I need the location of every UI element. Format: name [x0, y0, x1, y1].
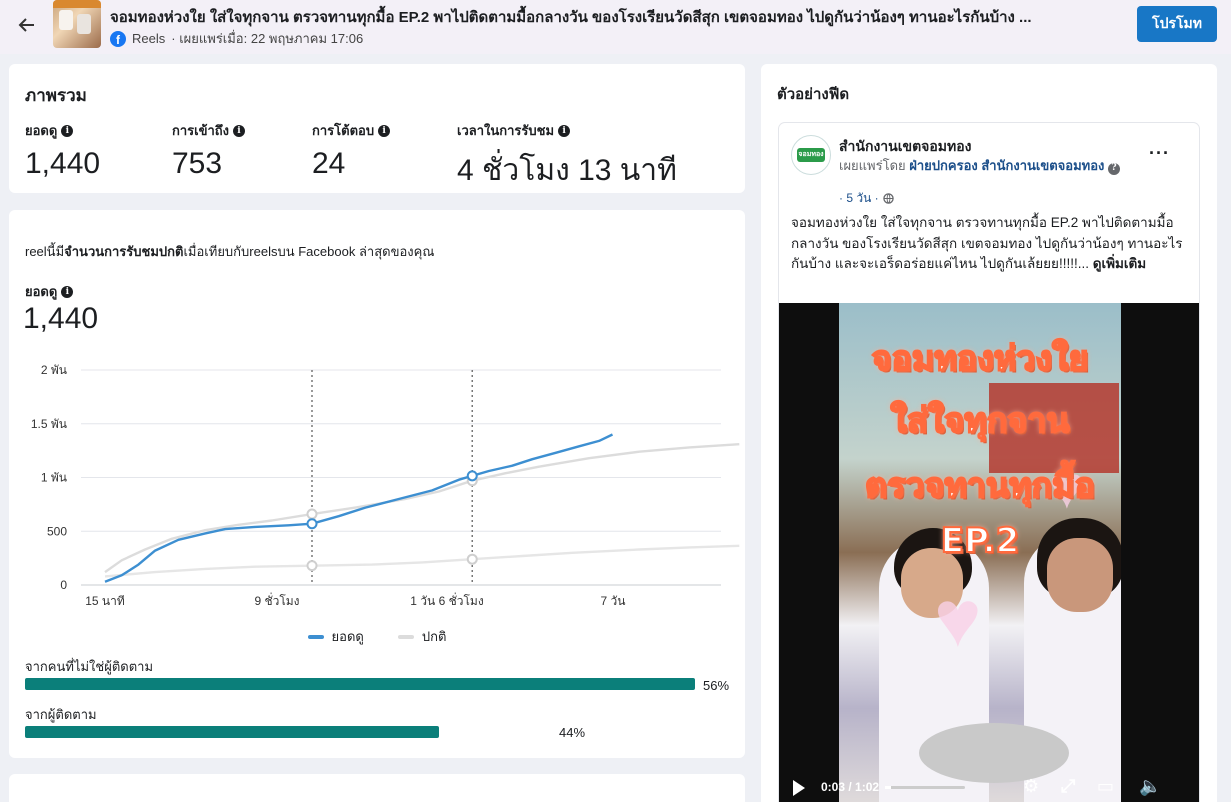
- data-point: [466, 553, 478, 565]
- follower-label: จากผู้ติดตาม: [25, 707, 97, 722]
- metric-label: การเข้าถึง: [172, 123, 230, 138]
- feed-post: จอมทอง สำนักงานเขตจอมทอง เผยแพร่โดย ฝ่าย…: [779, 123, 1199, 802]
- publisher-link[interactable]: ฝ่ายปกครอง สำนักงานเขตจอมทอง: [909, 158, 1104, 173]
- video-controls: 0:03 / 1:02 ⚙ ⤢ ▭ 🔈: [779, 768, 1199, 802]
- views-label: ยอดดู i: [25, 281, 74, 302]
- overview-heading: ภาพรวม: [25, 86, 87, 105]
- chart-legend: ยอดดู ปกติ: [9, 626, 745, 647]
- follower-percent: 44%: [559, 725, 586, 740]
- video-progress[interactable]: [885, 786, 965, 789]
- legend-item-typical[interactable]: ปกติ: [397, 626, 446, 647]
- post-text: จอมทองห่วงใย ใส่ใจทุกจาน ตรวจทานทุกมื้อ …: [791, 215, 1183, 271]
- data-point: [306, 518, 318, 530]
- reel-type: Reels: [132, 31, 166, 46]
- y-tick-label: 2 พัน: [41, 363, 67, 377]
- x-tick-label: 15 นาที: [85, 594, 125, 608]
- non-follower-bar: [25, 678, 695, 690]
- metric-value: 753: [172, 147, 223, 180]
- feed-preview-heading: ตัวอย่างฟีด: [777, 86, 850, 103]
- post-date[interactable]: · 5 วัน ·: [839, 189, 894, 208]
- info-icon[interactable]: i: [61, 285, 74, 298]
- overview-card: ภาพรวม ยอดดู i 1,440 การเข้าถึง i 753 การโ…: [9, 64, 745, 193]
- metric-watch-time: เวลาในการรับชม i 4 ชั่วโมง 13 นาที: [457, 120, 677, 194]
- metric-value: 24: [312, 147, 346, 180]
- reel-subtitle: f Reels · เผยแพร่เมื่อ: 22 พฤษภาคม 17:06: [110, 28, 363, 49]
- performance-card: reelนี้มีจำนวนการรับชมปกติเมื่อเทียบกับr…: [9, 210, 745, 758]
- back-button[interactable]: [12, 10, 42, 40]
- metric-value: 1,440: [25, 147, 101, 180]
- help-icon[interactable]: ?: [1108, 162, 1121, 175]
- metric-value: 4 ชั่วโมง 13 นาที: [457, 154, 677, 187]
- page-name[interactable]: สำนักงานเขตจอมทอง: [839, 136, 971, 158]
- feed-preview-card: ตัวอย่างฟีด จอมทอง สำนักงานเขตจอมทอง เผย…: [761, 64, 1217, 802]
- video-caption-1: จอมทองห่วงใย: [871, 338, 1090, 380]
- globe-icon: [882, 193, 894, 204]
- metric-reach: การเข้าถึง i 753: [172, 120, 246, 181]
- x-tick-label: 1 วัน 6 ชั่วโมง: [410, 592, 483, 608]
- page-logo: จอมทอง: [797, 148, 825, 162]
- settings-icon[interactable]: ⚙: [1023, 776, 1039, 797]
- x-tick-label: 7 วัน: [601, 594, 626, 608]
- x-tick-label: 9 ชั่วโมง: [254, 592, 299, 608]
- see-more-link[interactable]: ดูเพิ่มเติม: [1093, 256, 1146, 271]
- video-player[interactable]: ♥ ♥ จอมทองห่วงใย ใส่ใจทุกจาน ตรวจทานทุกม…: [779, 303, 1199, 802]
- metric-label: ยอดดู: [25, 123, 58, 138]
- y-tick-label: 0: [60, 578, 67, 592]
- video-caption-2: ใส่ใจทุกจาน: [889, 400, 1070, 442]
- next-card: [9, 774, 745, 802]
- video-frame: ♥ ♥ จอมทองห่วงใย ใส่ใจทุกจาน ตรวจทานทุกม…: [839, 303, 1121, 802]
- non-follower-label: จากคนที่ไม่ใช่ผู้ติดตาม: [25, 659, 154, 674]
- y-tick-label: 1.5 พัน: [31, 417, 67, 431]
- mute-icon[interactable]: 🔈: [1139, 776, 1161, 797]
- picture-in-picture-icon[interactable]: ▭: [1097, 776, 1114, 797]
- non-follower-percent: 56%: [703, 678, 730, 693]
- views-value: 1,440: [23, 302, 99, 335]
- data-point: [466, 470, 478, 482]
- y-tick-label: 500: [47, 524, 67, 538]
- views-line-chart: 0 500 1 พัน 1.5 พัน 2 พัน 15 นาที 9 ชั่วโมง 1 ว…: [31, 363, 740, 608]
- metric-engagement: การโต้ตอบ i 24: [312, 120, 391, 181]
- follower-bar: [25, 726, 695, 738]
- reel-thumbnail: [53, 0, 101, 48]
- fullscreen-icon[interactable]: ⤢: [1061, 776, 1075, 797]
- facebook-icon: f: [110, 30, 126, 47]
- performance-description: reelนี้มีจำนวนการรับชมปกติเมื่อเทียบกับr…: [25, 244, 435, 259]
- publish-date: · เผยแพร่เมื่อ: 22 พฤษภาคม 17:06: [171, 31, 364, 46]
- reel-title: จอมทองห่วงใย ใส่ใจทุกจาน ตรวจทานทุกมื้อ …: [110, 9, 1032, 26]
- info-icon[interactable]: i: [233, 124, 246, 137]
- y-tick-label: 1 พัน: [41, 471, 67, 485]
- info-icon[interactable]: i: [378, 124, 391, 137]
- series-line: [104, 443, 740, 574]
- metric-label: เวลาในการรับชม: [457, 123, 555, 138]
- page-avatar[interactable]: จอมทอง: [791, 135, 831, 175]
- info-icon[interactable]: i: [558, 124, 571, 137]
- arrow-left-icon: [18, 18, 34, 32]
- more-options-icon[interactable]: ···: [1149, 143, 1170, 164]
- play-icon[interactable]: [793, 780, 805, 796]
- metric-views: ยอดดู i 1,440: [25, 120, 100, 181]
- top-bar: จอมทองห่วงใย ใส่ใจทุกจาน ตรวจทานทุกมื้อ …: [0, 0, 1231, 54]
- legend-item-views[interactable]: ยอดดู: [307, 626, 364, 647]
- series-line: [104, 544, 740, 578]
- published-by: เผยแพร่โดย ฝ่ายปกครอง สำนักงานเขตจอมทอง …: [839, 157, 1129, 175]
- metric-label: การโต้ตอบ: [312, 123, 375, 138]
- data-point: [306, 560, 318, 572]
- video-time: 0:03 / 1:02: [821, 780, 880, 794]
- data-point: [306, 508, 318, 520]
- video-caption-4: EP.2: [940, 520, 1020, 562]
- promote-button[interactable]: โปรโมท: [1137, 6, 1217, 42]
- video-caption-3: ตรวจทานทุกมื้อ: [864, 465, 1096, 507]
- info-icon[interactable]: i: [61, 124, 74, 137]
